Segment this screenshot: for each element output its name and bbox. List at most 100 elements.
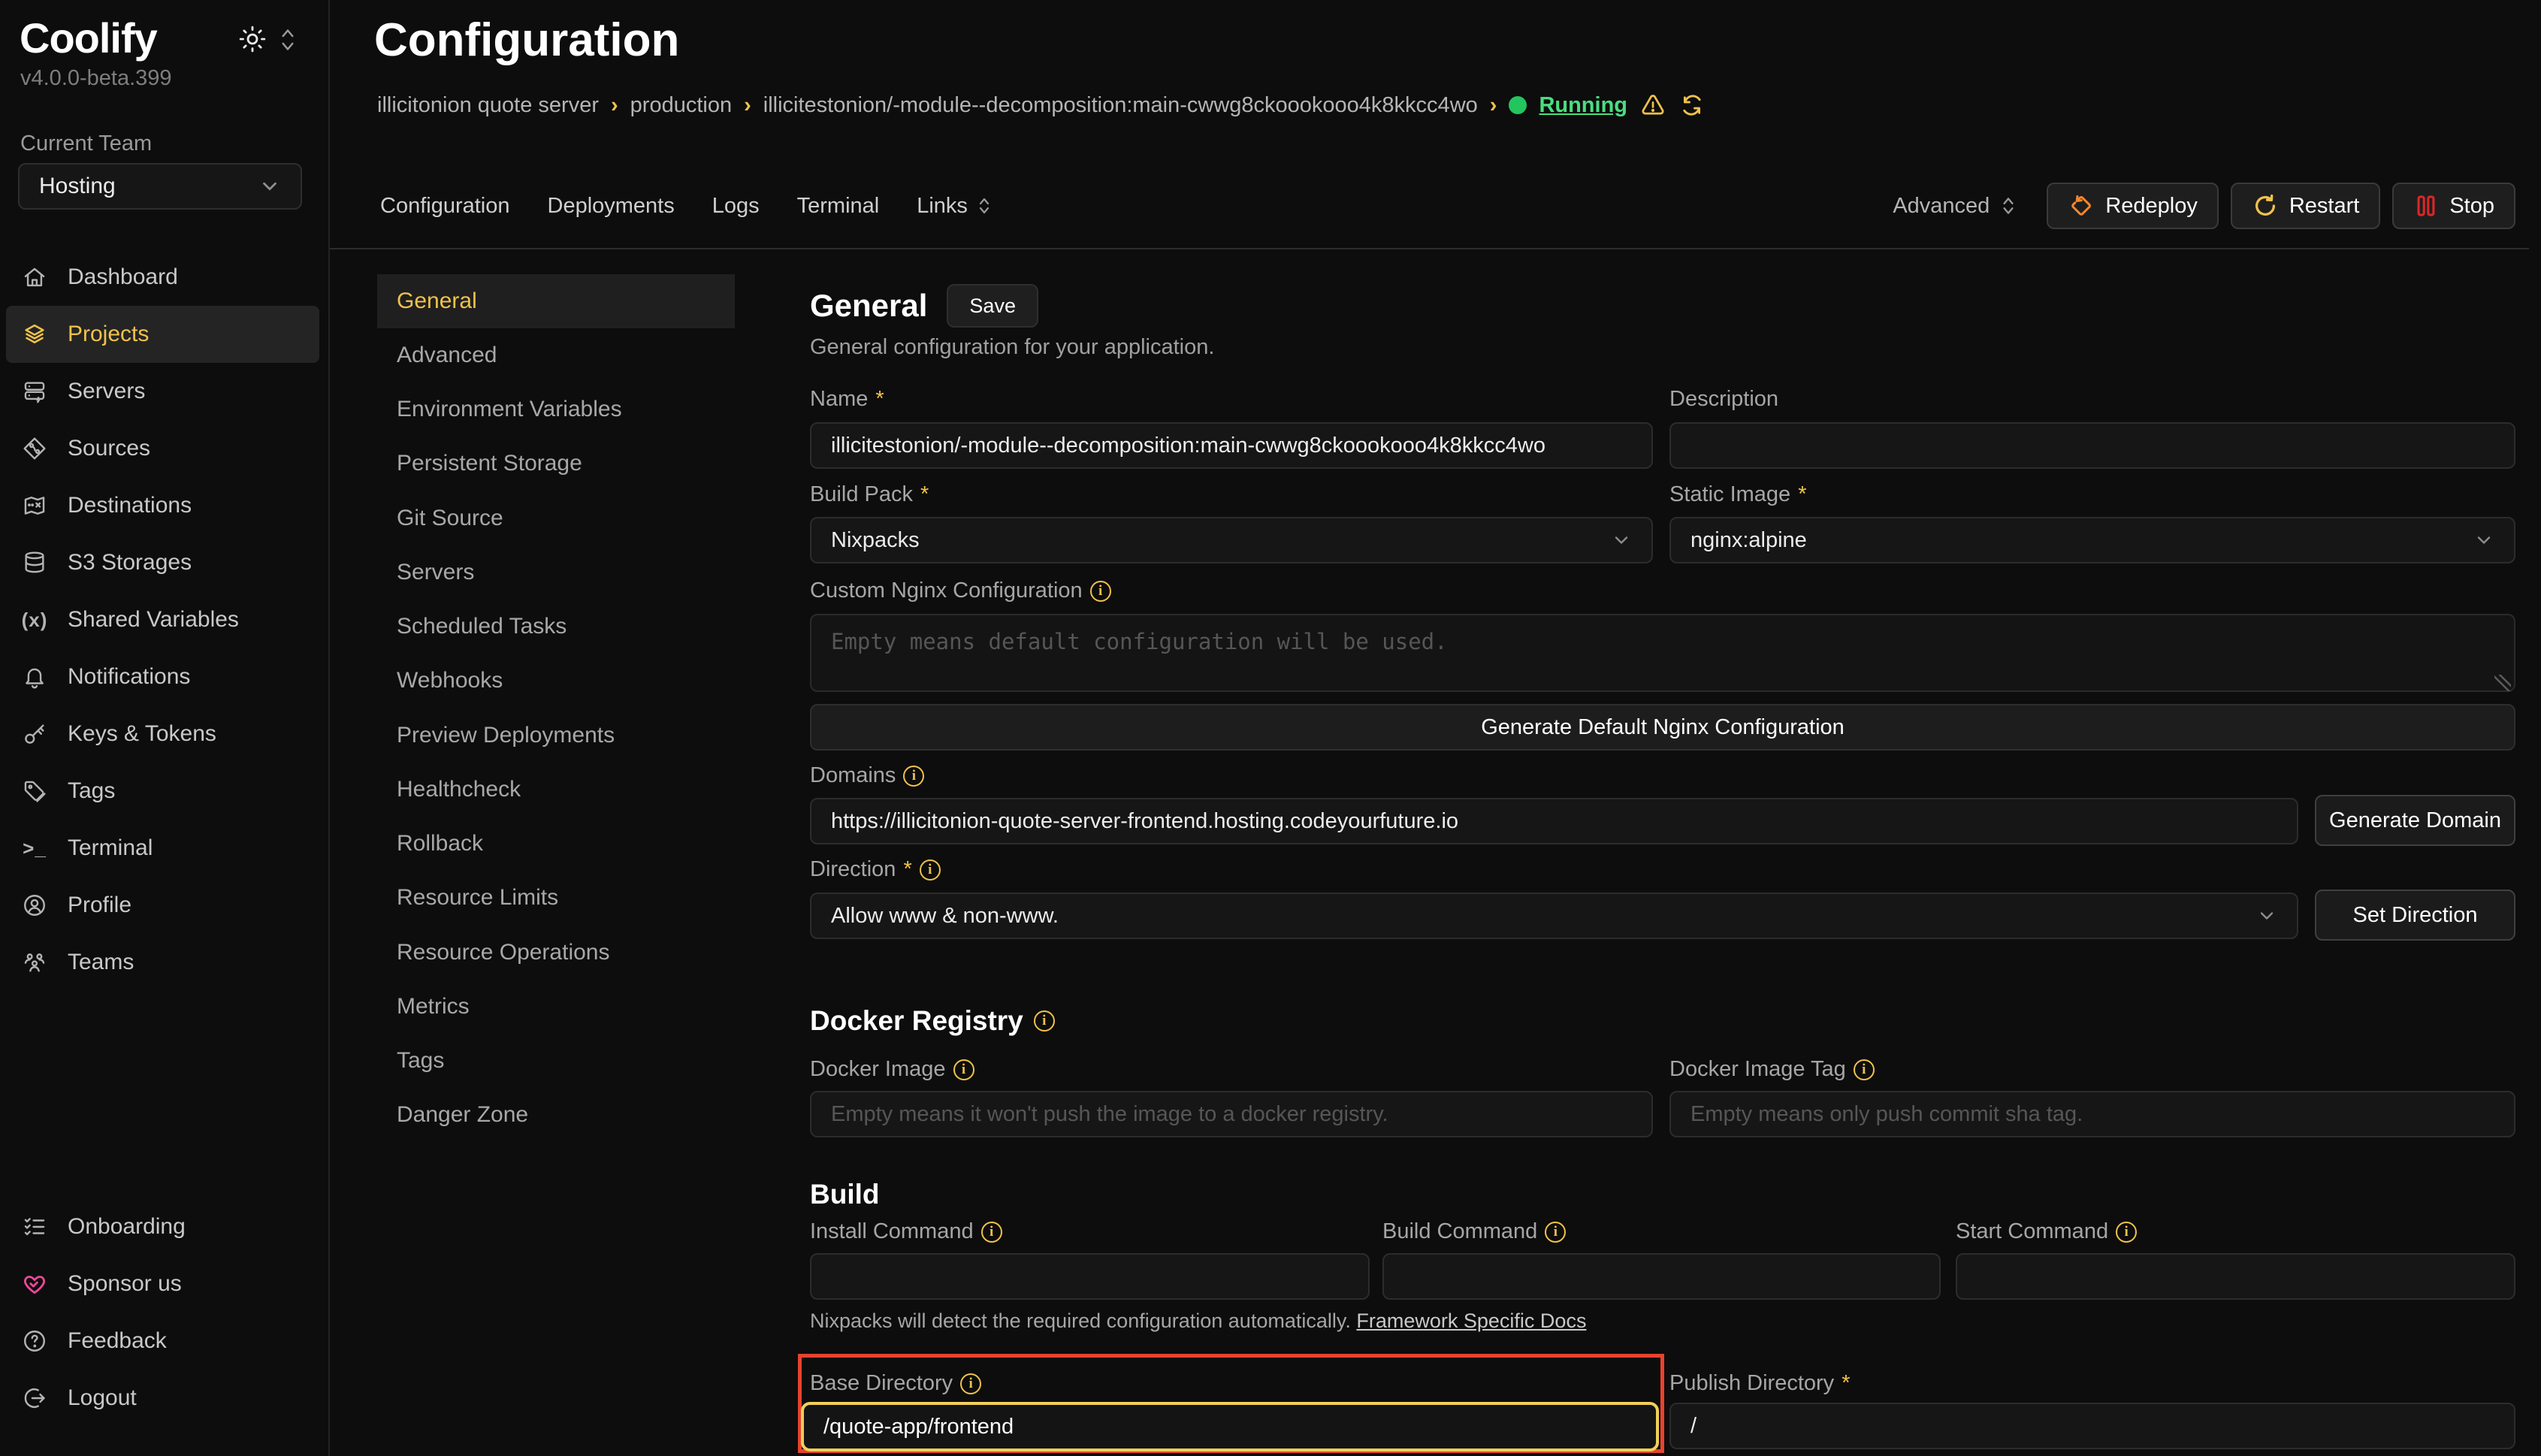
sidebar-item-label: Projects [68, 322, 149, 347]
static-image-label: Static Image * [1669, 482, 1806, 507]
restart-button[interactable]: Restart [2231, 183, 2380, 229]
bell-icon [21, 663, 48, 690]
nixpacks-note: Nixpacks will detect the required config… [810, 1309, 1586, 1333]
status-running-link[interactable]: Running [1539, 93, 1627, 118]
domains-input[interactable] [810, 798, 2298, 844]
subnav-environment-variables[interactable]: Environment Variables [377, 382, 735, 436]
label-text: Start Command [1956, 1219, 2108, 1244]
sidebar-item-profile[interactable]: Profile [6, 877, 319, 934]
start-command-input[interactable] [1956, 1253, 2515, 1300]
subnav-git-source[interactable]: Git Source [377, 491, 735, 545]
refresh-icon[interactable] [1678, 92, 1706, 119]
breadcrumb-application[interactable]: illicitestonion/-module--decomposition:m… [763, 93, 1478, 118]
static-image-select[interactable]: nginx:alpine [1669, 517, 2515, 563]
info-icon: i [1034, 1010, 1055, 1032]
set-direction-button[interactable]: Set Direction [2315, 890, 2515, 941]
tab-logs[interactable]: Logs [712, 194, 760, 219]
description-input[interactable] [1669, 422, 2515, 469]
subnav-resource-operations[interactable]: Resource Operations [377, 926, 735, 980]
sidebar-item-s3-storages[interactable]: S3 Storages [6, 534, 319, 591]
warning-icon[interactable] [1639, 92, 1666, 119]
sidebar-item-destinations[interactable]: Destinations [6, 477, 319, 534]
custom-nginx-textarea[interactable] [810, 614, 2515, 692]
sidebar-item-label: Servers [68, 379, 145, 404]
base-directory-input[interactable] [801, 1402, 1659, 1451]
coolify-app: Coolify v4.0.0-beta.399 Current Team [0, 0, 2541, 1456]
sidebar-item-label: Sources [68, 436, 150, 461]
note-text: Nixpacks will detect the required config… [810, 1309, 1351, 1332]
subnav-advanced[interactable]: Advanced [377, 328, 735, 382]
install-command-input[interactable] [810, 1253, 1370, 1300]
sidebar-item-projects[interactable]: Projects [6, 306, 319, 363]
sidebar-item-dashboard[interactable]: Dashboard [6, 249, 319, 306]
sidebar-item-feedback[interactable]: Feedback [6, 1313, 319, 1370]
subnav-servers[interactable]: Servers [377, 545, 735, 600]
sidebar-item-label: Shared Variables [68, 607, 239, 633]
docker-image-input[interactable] [810, 1091, 1653, 1137]
subnav-healthcheck[interactable]: Healthcheck [377, 763, 735, 817]
docker-registry-heading: Docker Registry i [810, 1005, 1055, 1037]
sidebar-item-label: Dashboard [68, 264, 178, 290]
sidebar-item-shared-variables[interactable]: (x) Shared Variables [6, 591, 319, 648]
direction-select[interactable]: Allow www & non-www. [810, 893, 2298, 939]
subnav-webhooks[interactable]: Webhooks [377, 654, 735, 708]
required-mark: * [903, 857, 911, 882]
sidebar-item-sponsor-us[interactable]: Sponsor us [6, 1255, 319, 1313]
subnav-general[interactable]: General [377, 274, 735, 328]
subnav-rollback[interactable]: Rollback [377, 817, 735, 871]
tab-links[interactable]: Links [917, 194, 993, 219]
build-command-input[interactable] [1382, 1253, 1941, 1300]
base-directory-label: Base Directory i [810, 1371, 981, 1396]
subnav-tags[interactable]: Tags [377, 1034, 735, 1088]
subnav-preview-deployments[interactable]: Preview Deployments [377, 708, 735, 763]
sidebar-item-tags[interactable]: Tags [6, 763, 319, 820]
tab-terminal[interactable]: Terminal [797, 194, 880, 219]
chevron-updown-icon [975, 195, 993, 216]
breadcrumb-environment[interactable]: production [630, 93, 732, 118]
breadcrumb-project[interactable]: illicitonion quote server [377, 93, 599, 118]
save-button[interactable]: Save [947, 284, 1038, 328]
subnav-resource-limits[interactable]: Resource Limits [377, 871, 735, 925]
description-label: Description [1669, 387, 1778, 412]
sidebar-item-onboarding[interactable]: Onboarding [6, 1198, 319, 1255]
subnav-persistent-storage[interactable]: Persistent Storage [377, 436, 735, 491]
framework-docs-link[interactable]: Framework Specific Docs [1356, 1309, 1586, 1332]
name-input[interactable] [810, 422, 1653, 469]
home-icon [21, 264, 48, 291]
redeploy-button[interactable]: Redeploy [2047, 183, 2219, 229]
help-circle-icon [21, 1328, 48, 1355]
sidebar-item-terminal[interactable]: >_ Terminal [6, 820, 319, 877]
subnav-danger-zone[interactable]: Danger Zone [377, 1088, 735, 1142]
sidebar-item-label: Tags [68, 778, 115, 804]
docker-image-tag-input[interactable] [1669, 1091, 2515, 1137]
tab-deployments[interactable]: Deployments [548, 194, 675, 219]
sidebar-item-sources[interactable]: Sources [6, 420, 319, 477]
resize-handle-icon[interactable] [2494, 675, 2511, 691]
braces-x-icon: (x) [21, 606, 48, 633]
restart-icon [2252, 192, 2279, 219]
label-text: Description [1669, 387, 1778, 412]
sidebar-item-teams[interactable]: Teams [6, 934, 319, 991]
sidebar-item-label: Keys & Tokens [68, 721, 216, 747]
sidebar-item-keys-tokens[interactable]: Keys & Tokens [6, 705, 319, 763]
subnav-scheduled-tasks[interactable]: Scheduled Tasks [377, 600, 735, 654]
generate-domain-button[interactable]: Generate Domain [2315, 795, 2515, 846]
direction-label: Direction * i [810, 857, 941, 882]
build-pack-select[interactable]: Nixpacks [810, 517, 1653, 563]
publish-directory-input[interactable] [1669, 1403, 2515, 1449]
tab-configuration[interactable]: Configuration [380, 194, 510, 219]
stop-button[interactable]: Stop [2392, 183, 2515, 229]
page-title: Configuration [374, 14, 679, 67]
sidebar-item-notifications[interactable]: Notifications [6, 648, 319, 705]
sidebar-item-logout[interactable]: Logout [6, 1370, 319, 1427]
version-switcher[interactable] [275, 26, 301, 54]
subnav-metrics[interactable]: Metrics [377, 980, 735, 1034]
label-text: Publish Directory [1669, 1371, 1834, 1396]
breadcrumb-separator: › [744, 93, 751, 118]
team-select[interactable]: Hosting [18, 163, 302, 210]
sidebar-item-servers[interactable]: Servers [6, 363, 319, 420]
key-icon [21, 720, 48, 748]
advanced-dropdown[interactable]: Advanced [1893, 194, 2018, 219]
theme-toggle-button[interactable] [236, 23, 269, 56]
generate-nginx-button[interactable]: Generate Default Nginx Configuration [810, 704, 2515, 751]
